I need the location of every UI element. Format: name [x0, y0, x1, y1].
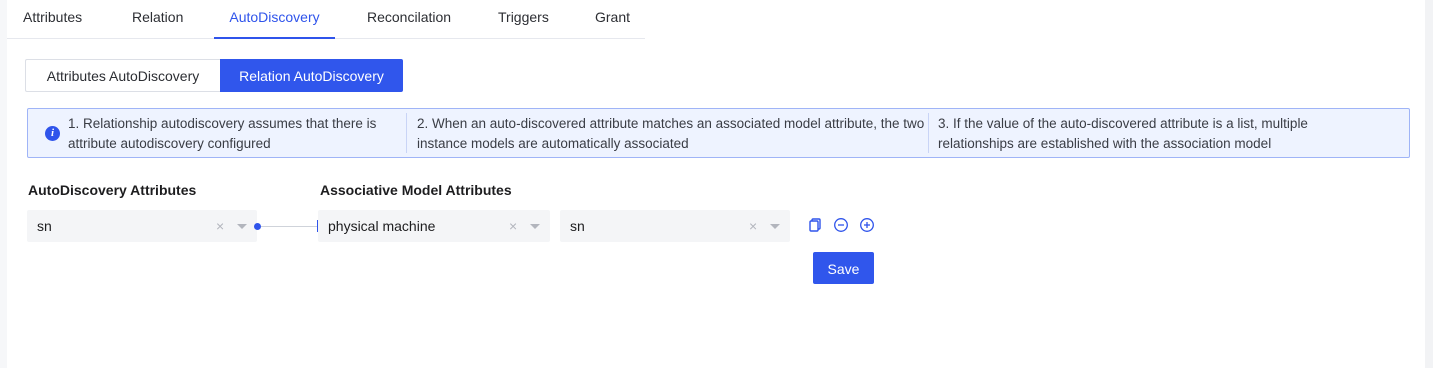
- connector-line: [261, 226, 318, 227]
- chevron-down-icon[interactable]: [530, 224, 540, 229]
- select-value: sn: [37, 218, 52, 234]
- model-attribute-select[interactable]: sn ×: [560, 210, 790, 242]
- clear-icon[interactable]: ×: [509, 210, 517, 242]
- subtab-relation-autodiscovery[interactable]: Relation AutoDiscovery: [220, 59, 403, 92]
- clear-icon[interactable]: ×: [749, 210, 757, 242]
- divider: [928, 113, 929, 153]
- info-icon: i: [45, 126, 60, 141]
- tab-attributes[interactable]: Attributes: [23, 0, 82, 38]
- info-tip-1: 1. Relationship autodiscovery assumes th…: [68, 116, 377, 151]
- plus-circle-icon[interactable]: [859, 217, 875, 233]
- info-tip-2: 2. When an auto-discovered attribute mat…: [417, 116, 925, 151]
- associative-model-attributes-label: Associative Model Attributes: [320, 182, 512, 198]
- chevron-down-icon[interactable]: [770, 224, 780, 229]
- tab-triggers[interactable]: Triggers: [498, 0, 549, 38]
- connector-dot: [254, 223, 261, 230]
- minus-circle-icon[interactable]: [833, 217, 849, 233]
- left-edge: [0, 0, 7, 368]
- copy-icon[interactable]: [807, 217, 823, 233]
- subtab-attributes-autodiscovery[interactable]: Attributes AutoDiscovery: [25, 59, 220, 92]
- clear-icon[interactable]: ×: [216, 210, 224, 242]
- save-button[interactable]: Save: [813, 252, 874, 284]
- autodiscovery-attribute-select[interactable]: sn ×: [27, 210, 257, 242]
- association-model-select[interactable]: physical machine ×: [318, 210, 550, 242]
- select-value: sn: [570, 218, 585, 234]
- tab-grant[interactable]: Grant: [595, 0, 630, 38]
- tab-reconcilation[interactable]: Reconcilation: [367, 0, 451, 38]
- info-tip-3: 3. If the value of the auto-discovered a…: [938, 116, 1308, 151]
- right-edge-scrollbar[interactable]: [1425, 0, 1433, 368]
- top-tabs: Attributes Relation AutoDiscovery Reconc…: [7, 0, 645, 39]
- tab-relation[interactable]: Relation: [132, 0, 183, 38]
- chevron-down-icon[interactable]: [237, 224, 247, 229]
- tab-autodiscovery[interactable]: AutoDiscovery: [214, 0, 335, 39]
- autodiscovery-attributes-label: AutoDiscovery Attributes: [28, 182, 197, 198]
- divider: [406, 113, 407, 153]
- info-banner: i 1. Relationship autodiscovery assumes …: [27, 108, 1410, 158]
- select-value: physical machine: [328, 218, 436, 234]
